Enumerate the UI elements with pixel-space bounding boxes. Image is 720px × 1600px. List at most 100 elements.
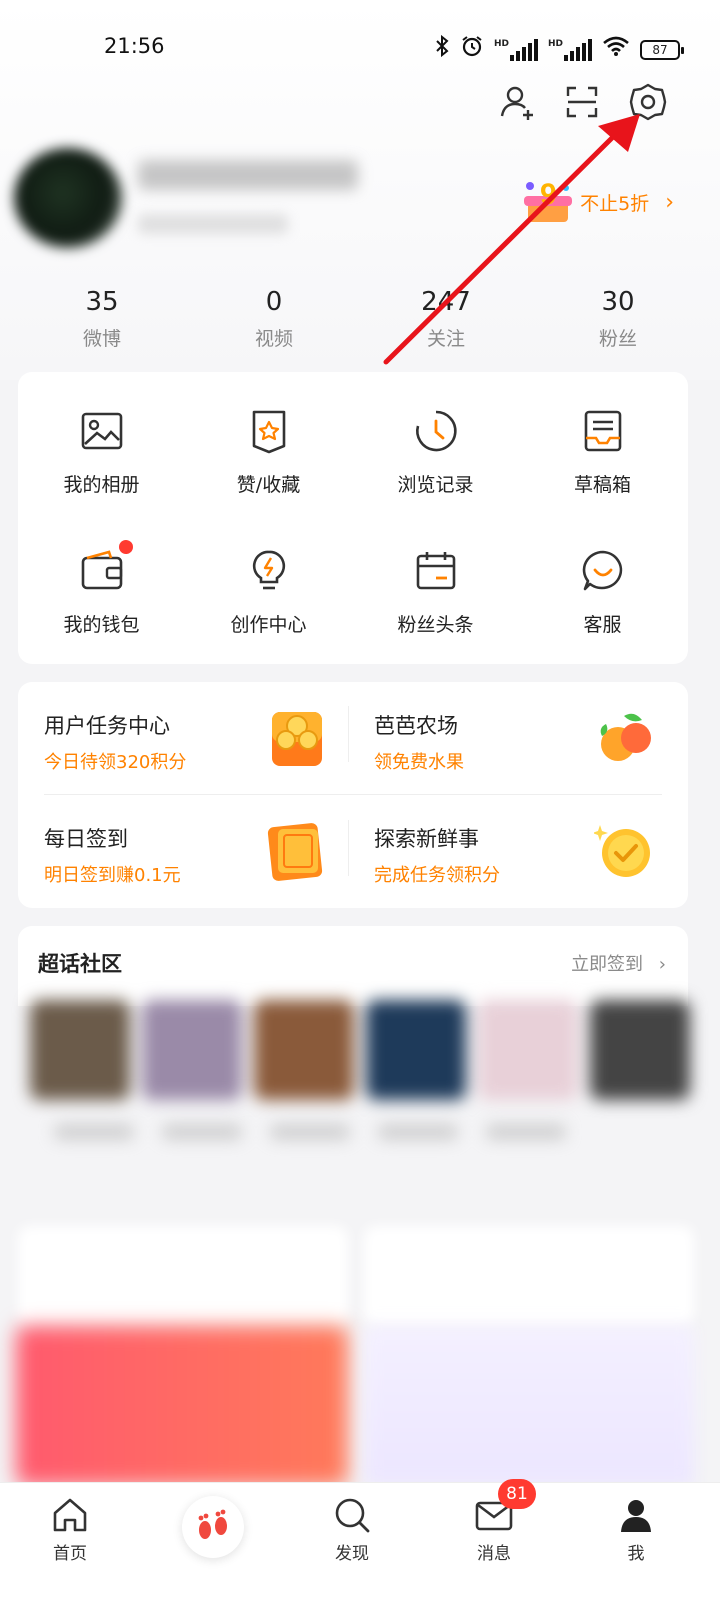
nav-discover[interactable]: 发现 bbox=[302, 1495, 402, 1564]
alarm-icon bbox=[460, 34, 484, 66]
blurred-banner bbox=[16, 1326, 348, 1486]
grid-label: 创作中心 bbox=[230, 614, 307, 636]
blurred-topic-labels bbox=[40, 1124, 680, 1184]
profile-stats: 35 微博 0 视频 247 关注 30 粉丝 bbox=[16, 282, 704, 351]
stat-value: 30 bbox=[601, 287, 635, 317]
task-card: 用户任务中心 今日待领320积分 芭芭农场 领免费水果 每日签到 明日签到赚0.… bbox=[18, 682, 688, 908]
mail-icon: 81 bbox=[474, 1479, 536, 1535]
username-blurred[interactable] bbox=[138, 160, 358, 190]
grid-item-album[interactable]: 我的相册 bbox=[18, 408, 185, 497]
checkin-icon bbox=[264, 819, 328, 883]
grid-label: 浏览记录 bbox=[397, 474, 474, 496]
nav-label: 首页 bbox=[53, 1544, 87, 1564]
fruit-icon bbox=[594, 706, 658, 770]
user-description-blurred bbox=[138, 214, 288, 234]
promo-text: 不止5折 bbox=[580, 192, 650, 215]
blurred-banner bbox=[364, 1326, 694, 1486]
gear-icon bbox=[629, 83, 667, 121]
watermark-logo bbox=[540, 1502, 710, 1542]
nav-messages[interactable]: 81 消息 bbox=[444, 1479, 544, 1564]
grid-item-customer-service[interactable]: 客服 bbox=[519, 548, 686, 637]
scan-button[interactable] bbox=[562, 82, 602, 122]
status-time: 21:56 bbox=[104, 34, 165, 58]
nav-footprint[interactable] bbox=[182, 1496, 244, 1558]
grid-item-likes[interactable]: 赞/收藏 bbox=[185, 408, 352, 497]
grid-item-history[interactable]: 浏览记录 bbox=[352, 408, 519, 497]
blurred-topic-thumbnails bbox=[30, 1000, 700, 1110]
status-bar: 21:56 HD HD 87 bbox=[0, 0, 720, 96]
grid-label: 我的相册 bbox=[63, 474, 140, 496]
task-explore[interactable]: 探索新鲜事 完成任务领积分 bbox=[348, 795, 668, 895]
task-title: 芭芭农场 bbox=[374, 714, 458, 738]
chevron-right-icon: › bbox=[665, 189, 674, 215]
task-title: 用户任务中心 bbox=[44, 714, 170, 738]
grid-label: 我的钱包 bbox=[63, 614, 140, 636]
photo-album-icon bbox=[79, 408, 125, 454]
stat-followers[interactable]: 30 粉丝 bbox=[532, 282, 704, 351]
vip-promo[interactable]: 9 不止5折 › bbox=[522, 176, 674, 228]
task-subtitle: 明日签到赚0.1元 bbox=[44, 865, 181, 886]
check-badge-icon bbox=[592, 819, 658, 883]
signal-2-icon: HD bbox=[548, 39, 592, 61]
wifi-icon bbox=[602, 35, 630, 65]
settings-button[interactable] bbox=[628, 82, 668, 122]
person-add-icon bbox=[500, 86, 533, 120]
task-subtitle: 领免费水果 bbox=[374, 752, 464, 773]
grid-item-fan-headlines[interactable]: 粉丝头条 bbox=[352, 548, 519, 637]
nav-label: 消息 bbox=[477, 1544, 511, 1564]
add-friend-button[interactable] bbox=[498, 82, 538, 122]
stat-label: 微博 bbox=[82, 328, 121, 350]
wallet-icon bbox=[79, 540, 133, 594]
signal-1-icon: HD bbox=[494, 39, 538, 61]
grid-label: 粉丝头条 bbox=[397, 614, 474, 636]
svg-text:9: 9 bbox=[540, 178, 557, 211]
task-subtitle: 今日待领320积分 bbox=[44, 752, 187, 773]
calendar-icon bbox=[413, 548, 459, 594]
favorite-icon bbox=[246, 408, 292, 454]
scan-icon bbox=[566, 86, 598, 118]
stat-label: 视频 bbox=[254, 328, 293, 350]
task-baba-farm[interactable]: 芭芭农场 领免费水果 bbox=[348, 682, 668, 782]
task-user-center[interactable]: 用户任务中心 今日待领320积分 bbox=[18, 682, 338, 782]
grid-label: 草稿箱 bbox=[573, 474, 631, 496]
notification-dot bbox=[118, 540, 133, 554]
blurred-card bbox=[18, 1226, 348, 1326]
blurred-card bbox=[364, 1226, 694, 1326]
stat-value: 247 bbox=[421, 287, 471, 317]
nav-label: 我 bbox=[627, 1544, 645, 1564]
stat-value: 0 bbox=[265, 287, 283, 317]
task-title: 每日签到 bbox=[44, 827, 128, 851]
search-icon bbox=[332, 1495, 372, 1535]
avatar[interactable] bbox=[14, 148, 122, 248]
drafts-icon bbox=[580, 408, 626, 454]
task-daily-checkin[interactable]: 每日签到 明日签到赚0.1元 bbox=[18, 795, 338, 895]
action-label: 立即签到 bbox=[571, 954, 644, 975]
stat-weibo[interactable]: 35 微博 bbox=[16, 282, 188, 351]
vip-badge-icon: 9 bbox=[522, 176, 574, 228]
status-icons: HD HD 87 bbox=[434, 34, 684, 66]
nav-home[interactable]: 首页 bbox=[20, 1495, 120, 1564]
checkin-now-link[interactable]: 立即签到 › bbox=[571, 950, 666, 976]
task-subtitle: 完成任务领积分 bbox=[374, 865, 500, 886]
super-topic-community: 超话社区 立即签到 › bbox=[18, 926, 688, 1006]
unread-badge: 81 bbox=[498, 1479, 536, 1509]
home-icon bbox=[50, 1495, 90, 1535]
grid-item-creator[interactable]: 创作中心 bbox=[185, 548, 352, 637]
stat-label: 粉丝 bbox=[598, 328, 637, 350]
customer-service-icon bbox=[580, 548, 626, 594]
battery-icon: 87 bbox=[640, 40, 684, 60]
bluetooth-icon bbox=[434, 34, 450, 66]
history-icon bbox=[413, 408, 459, 454]
grid-label: 赞/收藏 bbox=[236, 474, 301, 496]
nav-label: 发现 bbox=[335, 1544, 369, 1564]
grid-item-wallet[interactable]: 我的钱包 bbox=[18, 540, 185, 637]
coins-icon bbox=[264, 706, 328, 770]
stat-following[interactable]: 247 关注 bbox=[360, 282, 532, 351]
stat-video[interactable]: 0 视频 bbox=[188, 282, 360, 351]
stat-value: 35 bbox=[85, 287, 119, 317]
grid-label: 客服 bbox=[583, 614, 622, 636]
creator-bulb-icon bbox=[246, 548, 292, 594]
grid-item-drafts[interactable]: 草稿箱 bbox=[519, 408, 686, 497]
chevron-right-icon: › bbox=[658, 954, 666, 975]
task-title: 探索新鲜事 bbox=[374, 827, 479, 851]
